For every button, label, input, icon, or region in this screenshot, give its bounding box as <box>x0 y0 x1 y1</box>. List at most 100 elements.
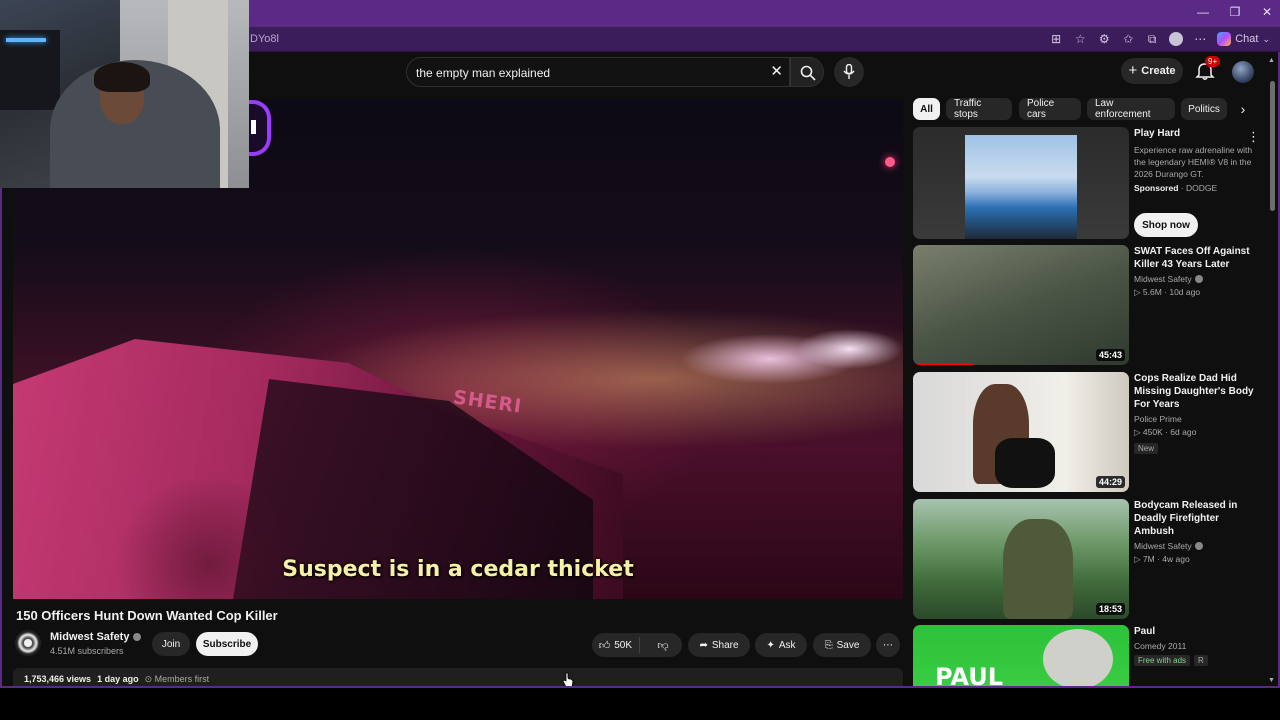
like-button[interactable]: 👍︎ 50K <box>592 637 640 653</box>
channel-name[interactable]: Police Prime <box>1134 414 1182 424</box>
share-label: Share <box>711 639 739 651</box>
sparkle-icon: ✦ <box>766 639 775 651</box>
ad-info: Play Hard Experience raw adrenaline with… <box>1134 127 1258 193</box>
movie-title[interactable]: Paul <box>1134 625 1258 638</box>
members-first-label: ⊙ Members first <box>144 674 210 684</box>
thumbnail-title-text: PAUL <box>935 663 1004 687</box>
ask-button[interactable]: ✦ Ask <box>755 633 807 657</box>
ad-card[interactable]: Play Hard Experience raw adrenaline with… <box>913 127 1263 241</box>
microphone-icon <box>843 64 855 79</box>
channel-line: Midwest Safety <box>1134 541 1258 551</box>
video-meta: ▷ 5.6M · 10d ago <box>1134 287 1201 297</box>
chip-politics[interactable]: Politics <box>1181 98 1227 120</box>
save-button[interactable]: ⎘ Save <box>813 633 871 657</box>
video-thumbnail[interactable]: 45:43 <box>913 245 1129 365</box>
restore-icon[interactable]: ❐ <box>1228 4 1242 20</box>
movie-thumbnail[interactable]: PAUL <box>913 625 1129 687</box>
video-info: Bodycam Released in Deadly Firefighter A… <box>1134 499 1258 565</box>
verified-icon <box>1194 542 1203 550</box>
scroll-up-arrow-icon[interactable]: ▲ <box>1268 57 1275 64</box>
favorites-icon[interactable]: ✩ <box>1121 31 1135 47</box>
chip-all[interactable]: All <box>913 98 940 120</box>
dislike-button[interactable]: 👎︎ <box>644 639 682 652</box>
video-thumbnail[interactable]: 44:29 <box>913 372 1129 492</box>
movie-badges: Free with ads R <box>1134 655 1258 666</box>
clear-search-icon[interactable]: ✕ <box>770 64 783 80</box>
minimize-icon[interactable]: — <box>1196 4 1210 20</box>
create-button[interactable]: + Create <box>1121 58 1183 84</box>
more-options-icon[interactable]: ⋯ <box>1193 31 1207 47</box>
ad-sponsored-line: Sponsored · DODGE <box>1134 183 1218 193</box>
list-item[interactable]: 18:53 Bodycam Released in Deadly Firefig… <box>913 499 1263 621</box>
favorite-star-icon[interactable]: ☆ <box>1073 31 1087 47</box>
rating-badge: R <box>1194 655 1208 666</box>
video-title: 150 Officers Hunt Down Wanted Cop Killer <box>16 608 278 623</box>
video-meta: ▷ 450K · 6d ago <box>1134 427 1197 437</box>
video-title[interactable]: Cops Realize Dad Hid Missing Daughter's … <box>1134 372 1258 411</box>
search-query[interactable]: the empty man explained <box>416 66 550 80</box>
close-icon[interactable]: ✕ <box>1260 4 1274 20</box>
new-badge: New <box>1134 443 1159 454</box>
share-button[interactable]: ➦ Share <box>688 633 750 657</box>
account-avatar[interactable] <box>1232 61 1254 83</box>
ask-label: Ask <box>778 639 796 651</box>
advertiser-name: DODGE <box>1185 183 1218 193</box>
chip-police-cars[interactable]: Police cars <box>1019 98 1081 120</box>
movie-info: Paul Comedy 2011 Free with ads R <box>1134 625 1258 666</box>
emergency-light <box>885 157 895 167</box>
like-dislike-group: 👍︎ 50K 👎︎ <box>592 633 682 657</box>
video-thumbnail[interactable]: 18:53 <box>913 499 1129 619</box>
search-icon <box>800 65 816 81</box>
save-label: Save <box>836 639 860 651</box>
scroll-down-arrow-icon[interactable]: ▼ <box>1268 677 1275 684</box>
collections-icon[interactable]: ⧉ <box>1145 31 1159 47</box>
scrollbar-thumb[interactable] <box>1270 81 1275 211</box>
subscribe-button[interactable]: Subscribe <box>196 632 258 656</box>
plus-icon: + <box>1128 62 1138 79</box>
views-and-age: 5.6M · 10d ago <box>1142 287 1201 297</box>
chevron-right-icon[interactable]: › <box>1234 100 1252 118</box>
shop-now-button[interactable]: Shop now <box>1134 213 1198 237</box>
video-title[interactable]: Bodycam Released in Deadly Firefighter A… <box>1134 499 1258 538</box>
join-button[interactable]: Join <box>152 632 190 656</box>
url-text[interactable]: DYo8l <box>250 33 279 45</box>
voice-search-button[interactable] <box>834 57 864 87</box>
video-caption: Suspect is in a cedar thicket <box>282 557 634 582</box>
chip-law-enforcement[interactable]: Law enforcement <box>1087 98 1175 120</box>
channel-name[interactable]: Midwest Safety <box>1134 541 1192 551</box>
description-box[interactable]: 1,753,466 views 1 day ago ⊙ Members firs… <box>13 668 903 688</box>
more-vertical-icon[interactable]: ⋮ <box>1247 129 1260 145</box>
like-count: 50K <box>614 639 633 651</box>
members-first-text: Members first <box>154 674 210 684</box>
copilot-chat-button[interactable]: Chat ⌄ <box>1217 31 1270 47</box>
ad-thumbnail[interactable] <box>913 127 1129 239</box>
video-meta: ▷ 7M · 4w ago <box>1134 554 1190 564</box>
window-controls: — ❐ ✕ <box>1196 4 1274 20</box>
video-title[interactable]: SWAT Faces Off Against Killer 43 Years L… <box>1134 245 1258 271</box>
more-horizontal-icon: ⋯ <box>883 639 893 651</box>
search-button[interactable] <box>790 57 824 87</box>
upload-age: 1 day ago <box>97 674 139 684</box>
profile-avatar[interactable] <box>1169 32 1184 46</box>
thumbnail-character <box>1043 629 1113 687</box>
list-item[interactable]: 44:29 Cops Realize Dad Hid Missing Daugh… <box>913 372 1263 494</box>
duration-badge: 45:43 <box>1095 349 1125 361</box>
channel-avatar[interactable] <box>15 630 41 656</box>
ad-title[interactable]: Play Hard <box>1134 127 1258 140</box>
split-screen-icon[interactable]: ⊞ <box>1049 31 1063 47</box>
list-item[interactable]: PAUL Paul Comedy 2011 Free with ads R <box>913 625 1263 687</box>
verified-icon <box>1194 275 1203 283</box>
duration-badge: 18:53 <box>1095 603 1125 615</box>
page-scrollbar[interactable]: ▲ ▼ <box>1268 57 1278 687</box>
extensions-icon[interactable]: ⚙ <box>1097 31 1111 47</box>
more-actions-button[interactable]: ⋯ <box>876 633 900 657</box>
views-and-age: 7M · 4w ago <box>1142 554 1190 564</box>
search-input[interactable]: the empty man explained ✕ <box>406 57 790 87</box>
streamer-webcam-overlay <box>0 0 249 188</box>
chip-traffic-stops[interactable]: Traffic stops <box>946 98 1012 120</box>
views-and-age: 450K · 6d ago <box>1142 427 1197 437</box>
channel-name[interactable]: Midwest Safety <box>50 631 129 643</box>
channel-name[interactable]: Midwest Safety <box>1134 274 1192 284</box>
list-item[interactable]: 45:43 SWAT Faces Off Against Killer 43 Y… <box>913 245 1263 367</box>
channel-line: Police Prime <box>1134 414 1258 424</box>
